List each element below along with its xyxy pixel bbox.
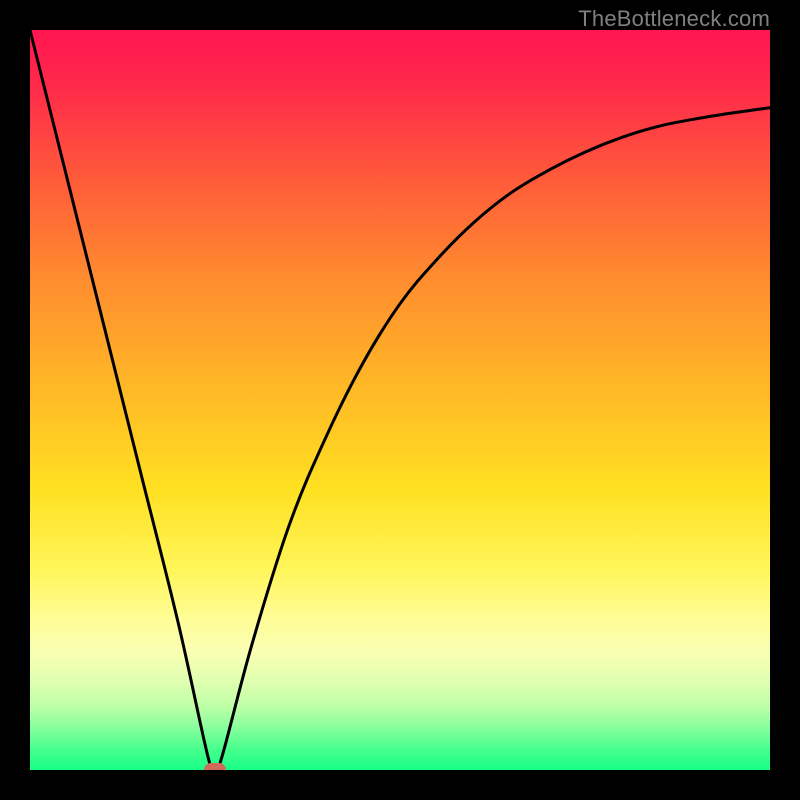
optimal-point-marker xyxy=(204,763,226,770)
bottleneck-curve xyxy=(30,30,770,770)
watermark-text: TheBottleneck.com xyxy=(578,6,770,32)
chart-svg xyxy=(30,30,770,770)
chart-frame xyxy=(30,30,770,770)
